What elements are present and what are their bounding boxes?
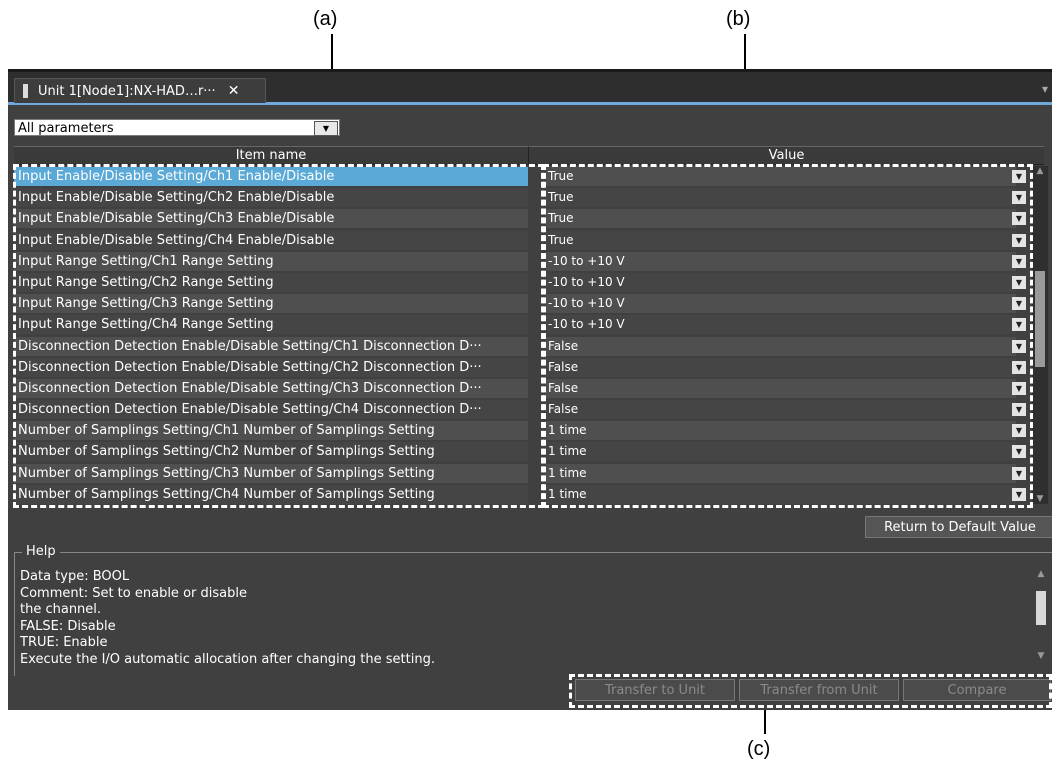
help-line: TRUE: Enable	[20, 635, 108, 650]
help-line: the channel.	[20, 602, 102, 617]
callout-c-line	[764, 708, 766, 734]
scroll-up-icon[interactable]: ▲	[1034, 569, 1048, 579]
transfer-buttons-highlight	[569, 674, 1052, 708]
callout-a: (a)	[313, 8, 338, 30]
tab-unit1[interactable]: Unit 1[Node1]:NX-HAD…r··· ✕	[14, 78, 266, 103]
dropdown-arrow-icon[interactable]: ▼	[314, 121, 338, 136]
parameter-filter-select[interactable]: All parameters ▼	[14, 119, 340, 136]
filter-value: All parameters	[18, 121, 114, 136]
return-default-button[interactable]: Return to Default Value	[865, 516, 1052, 538]
help-line: Execute the I/O automatic allocation aft…	[20, 651, 435, 667]
scroll-up-icon[interactable]: ▲	[1032, 166, 1048, 176]
help-line: Comment: Set to enable or disable	[20, 585, 247, 601]
table-scrollbar[interactable]: ▲ ▼	[1032, 166, 1048, 504]
help-title: Help	[22, 544, 60, 559]
unit-icon	[23, 84, 28, 98]
callout-b: (b)	[726, 8, 751, 30]
tab-title: Unit 1[Node1]:NX-HAD…r···	[38, 83, 216, 99]
column-header-item-name[interactable]: Item name	[14, 146, 529, 165]
callout-c: (c)	[747, 738, 771, 760]
item-name-highlight	[13, 164, 544, 508]
help-scrollbar[interactable]: ▲ ▼	[1034, 569, 1048, 661]
scrollbar-thumb[interactable]	[1036, 591, 1046, 625]
unit-editor-window: Unit 1[Node1]:NX-HAD…r··· ✕ ▾ All parame…	[8, 69, 1052, 710]
tab-bar: Unit 1[Node1]:NX-HAD…r··· ✕ ▾	[8, 72, 1052, 105]
close-icon[interactable]: ✕	[228, 83, 240, 99]
column-header-value[interactable]: Value	[529, 146, 1044, 165]
help-text: Data type: BOOL Comment: Set to enable o…	[20, 569, 1030, 671]
value-highlight	[543, 164, 1033, 508]
scroll-down-icon[interactable]: ▼	[1034, 651, 1048, 661]
scrollbar-thumb[interactable]	[1035, 271, 1045, 367]
chevron-down-icon[interactable]: ▾	[1042, 82, 1048, 96]
help-line: Data type: BOOL	[20, 569, 130, 584]
help-line: FALSE: Disable	[20, 618, 116, 634]
scroll-down-icon[interactable]: ▼	[1032, 494, 1048, 504]
